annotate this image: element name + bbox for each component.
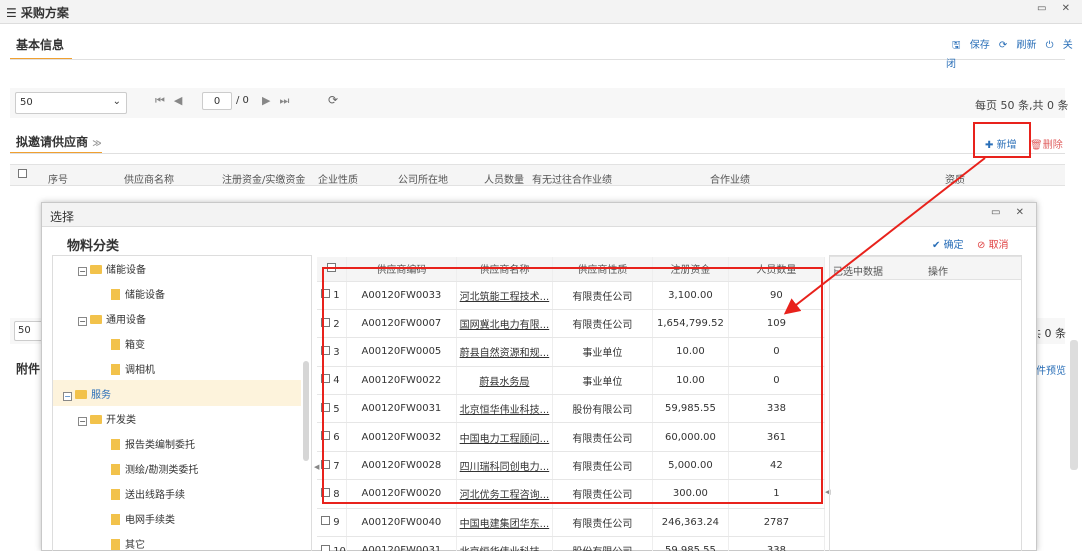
annotation-arrow [783, 157, 986, 315]
